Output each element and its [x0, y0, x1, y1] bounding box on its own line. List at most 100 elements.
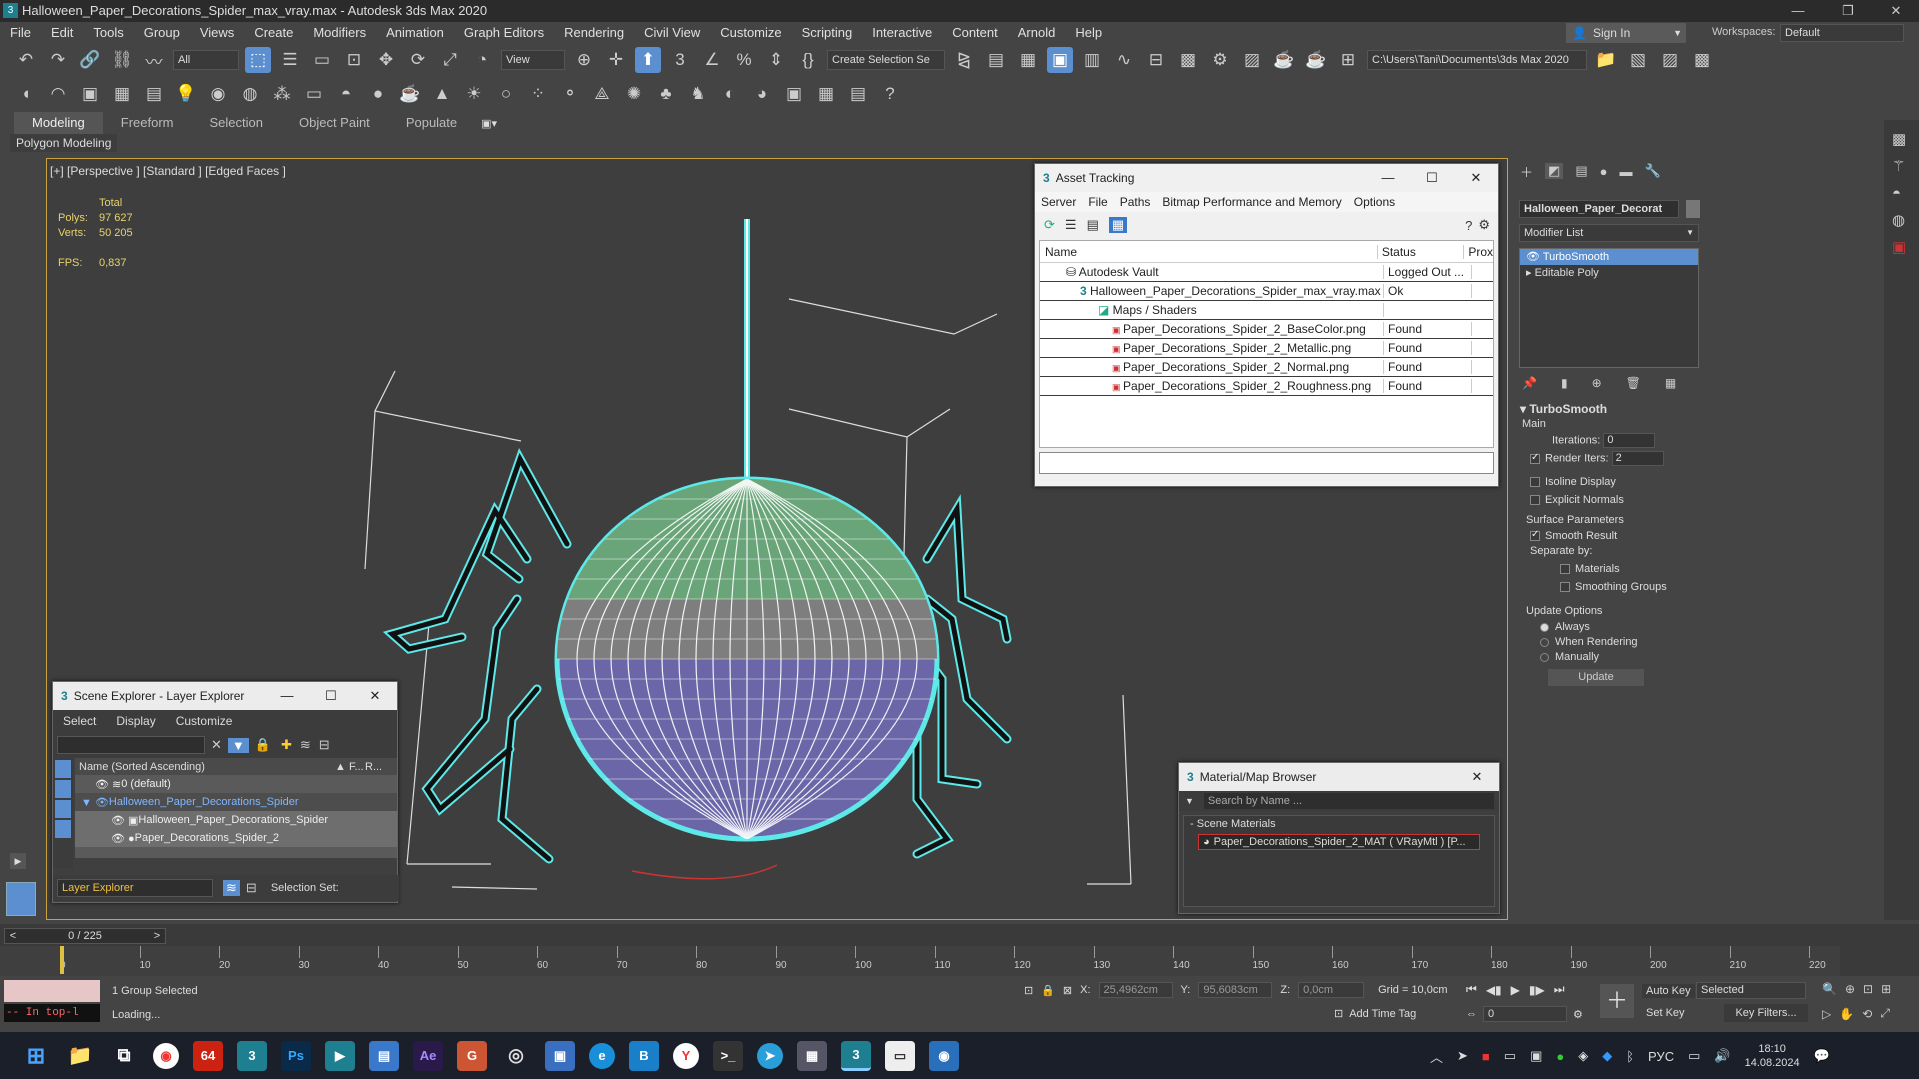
x-field[interactable]: 25,4962cm — [1098, 982, 1173, 998]
script-line[interactable]: -- In top-l — [4, 1004, 100, 1022]
table-row[interactable]: ▣ Paper_Decorations_Spider_2_Metallic.pn… — [1040, 339, 1493, 358]
show-end-result-icon[interactable]: ▮ — [1561, 376, 1568, 390]
layer-explorer-icon[interactable]: ▦ — [1015, 47, 1041, 73]
lock-icon[interactable]: 🔒 — [255, 737, 271, 753]
start-icon[interactable]: ⊞ — [21, 1041, 51, 1071]
scene-search-input[interactable] — [57, 736, 205, 754]
ribbon-options-icon[interactable]: ▣▾ — [481, 117, 497, 130]
time-config-icon[interactable]: ⚙ — [1573, 1008, 1583, 1021]
tab-object-paint[interactable]: Object Paint — [281, 112, 388, 134]
tray-shield-icon[interactable]: ◆ — [1602, 1048, 1612, 1064]
lock-selection-icon[interactable]: 🔒 — [1041, 984, 1055, 997]
motion-tab-icon[interactable]: ● — [1600, 164, 1608, 179]
angle-snap-icon[interactable]: ∠ — [699, 47, 725, 73]
header-freeze[interactable]: ▲ F... — [335, 761, 365, 773]
undo-icon[interactable]: ↶ — [13, 47, 39, 73]
scale-icon[interactable]: ⤢ — [437, 47, 463, 73]
explorer-icon[interactable]: 📁 — [65, 1041, 95, 1071]
yandex-icon[interactable]: Y — [673, 1042, 699, 1069]
tray-app-icon[interactable]: ■ — [1482, 1049, 1490, 1064]
box-icon[interactable]: ▭ — [301, 81, 327, 107]
b-app-icon[interactable]: B — [629, 1040, 659, 1071]
menu-modifiers[interactable]: Modifiers — [303, 22, 376, 44]
selection-filter-dropdown[interactable]: All — [173, 50, 239, 70]
display-tab-icon[interactable]: ▬ — [1619, 164, 1632, 179]
expand-icon[interactable]: ▶ — [10, 853, 26, 869]
menu-select[interactable]: Select — [63, 714, 96, 728]
calculator-icon[interactable]: ▦ — [797, 1040, 827, 1071]
maximize-button[interactable]: ❐ — [1828, 0, 1868, 22]
header-proxy[interactable]: Prox — [1464, 245, 1493, 259]
hierarchy-mode-icon[interactable]: ⊟ — [246, 880, 257, 896]
link-icon[interactable]: 🔗 — [77, 47, 103, 73]
time-slider[interactable]: < 0 / 225 > — [4, 928, 166, 944]
schematic-icon[interactable]: ⊟ — [1143, 47, 1169, 73]
configure-sets-icon[interactable]: ▦ — [1665, 376, 1676, 390]
workspace-dropdown[interactable]: Default — [1780, 24, 1904, 42]
ribbon-icon[interactable]: ▥ — [1079, 47, 1105, 73]
menu-arnold[interactable]: Arnold — [1008, 22, 1066, 44]
close-button[interactable]: ✕ — [353, 688, 397, 704]
isolate-icon[interactable]: ⊡ — [1024, 984, 1033, 997]
clear-search-icon[interactable]: ✕ — [211, 737, 222, 753]
explorer-type-dropdown[interactable]: Layer Explorer — [57, 879, 213, 897]
dome-icon[interactable]: ◓ — [333, 81, 359, 107]
list-item[interactable]: 👁 ● Paper_Decorations_Spider_2 — [75, 829, 397, 847]
snaps-icon[interactable]: 3 — [667, 47, 693, 73]
table-row[interactable]: 3 Halloween_Paper_Decorations_Spider_max… — [1040, 282, 1493, 301]
grid-icon[interactable]: ⁘ — [525, 81, 551, 107]
photoshop-icon[interactable]: Ps — [281, 1040, 311, 1071]
time-next-icon[interactable]: > — [149, 930, 165, 942]
mirror-icon[interactable]: ⧎ — [951, 47, 977, 73]
list-item[interactable]: 👁 ≋ 0 (default) — [75, 775, 397, 793]
menu-scripting[interactable]: Scripting — [792, 22, 863, 44]
manipulate-icon[interactable]: ✛ — [603, 47, 629, 73]
play-icon[interactable]: ▶ — [1511, 983, 1520, 997]
smooth-result-checkbox[interactable] — [1530, 529, 1540, 542]
track-bar[interactable]: 0102030405060708090100110120130140150160… — [0, 946, 1840, 976]
3dsmax-icon[interactable]: 3 — [237, 1040, 267, 1071]
globe-icon[interactable]: ◍ — [1892, 207, 1911, 234]
zoom-icon[interactable]: 🔍 — [1822, 982, 1837, 996]
layers-icon[interactable]: ≋ — [300, 737, 311, 753]
maximize-button[interactable]: ☐ — [1410, 170, 1454, 186]
maximize-viewport-icon[interactable]: ⤢ — [1880, 1006, 1890, 1021]
terminal-icon[interactable]: >_ — [713, 1040, 743, 1071]
cone-icon[interactable]: ▲ — [429, 81, 455, 107]
when-rendering-radio[interactable] — [1540, 637, 1549, 647]
file-icon[interactable]: ▭ — [885, 1040, 915, 1071]
minimize-button[interactable]: — — [1778, 0, 1818, 22]
maxscript-listener[interactable] — [4, 980, 100, 1002]
zoom-extents-all-icon[interactable]: ⊞ — [1881, 982, 1891, 996]
viewport-label[interactable]: [+] [Perspective ] [Standard ] [Edged Fa… — [50, 164, 286, 178]
notepad-icon[interactable]: ▤ — [369, 1040, 399, 1071]
checker-icon[interactable]: ▩ — [1892, 126, 1911, 153]
edge-icon[interactable]: e — [589, 1042, 615, 1069]
table-icon[interactable]: ▦ — [1108, 217, 1128, 233]
volume-icon[interactable]: 🔊 — [1714, 1048, 1730, 1064]
3dsmax-active-icon[interactable]: 3 — [841, 1040, 871, 1071]
lights-icon[interactable]: ▣ — [77, 81, 103, 107]
app-g-icon[interactable]: G — [457, 1040, 487, 1071]
proxy-icon[interactable]: ▣ — [781, 81, 807, 107]
teapot-icon[interactable]: ◖ — [13, 81, 39, 107]
minimize-button[interactable]: — — [265, 688, 309, 704]
auto-key-button[interactable]: Auto Key — [1642, 984, 1695, 998]
key-selection-dropdown[interactable]: Selected — [1696, 982, 1806, 999]
menu-animation[interactable]: Animation — [376, 22, 454, 44]
menu-civil-view[interactable]: Civil View — [634, 22, 710, 44]
tray-display-icon[interactable]: ▣ — [1530, 1048, 1542, 1064]
rect-selection-icon[interactable]: ▭ — [309, 47, 335, 73]
header-render[interactable]: R... — [365, 761, 382, 773]
select-object-icon[interactable]: ⬚ — [245, 47, 271, 73]
render-icon[interactable]: ☕ — [1271, 47, 1297, 73]
fur-icon[interactable]: ⚬ — [557, 81, 583, 107]
teapot-obj-icon[interactable]: ☕ — [397, 81, 423, 107]
list-item[interactable]: ▼ 👁 Halloween_Paper_Decorations_Spider — [75, 793, 397, 811]
app-icon[interactable]: ▶ — [325, 1040, 355, 1071]
menu-display[interactable]: Display — [116, 714, 155, 728]
reference-coord-dropdown[interactable]: View — [501, 50, 565, 70]
percent-snap-icon[interactable]: % — [731, 47, 757, 73]
menu-views[interactable]: Views — [190, 22, 244, 44]
materials-checkbox[interactable] — [1560, 564, 1570, 575]
